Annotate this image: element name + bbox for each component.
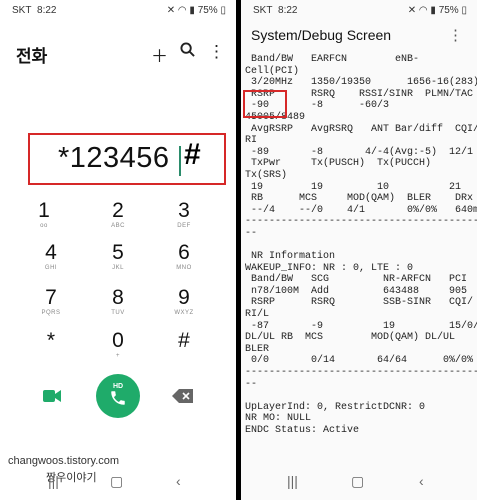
battery-icon: ▯	[220, 5, 226, 16]
status-left: SKT 8:22	[253, 5, 297, 16]
carrier-label: SKT	[12, 5, 32, 16]
dial-key-digit: 0	[112, 329, 124, 352]
dial-key-letters: +	[115, 353, 120, 359]
debug-screen: SKT 8:22 ✕ ◠ ▮ 75% ▯ System/Debug Screen…	[241, 0, 477, 500]
dial-key-1[interactable]: 1 oo	[14, 200, 74, 230]
add-icon[interactable]: ＋	[151, 42, 168, 67]
signal-icon: ▮	[189, 5, 195, 16]
video-camera-icon	[43, 390, 61, 402]
clock: 8:22	[37, 5, 57, 16]
dial-key-letters: PQRS	[41, 310, 61, 316]
dial-key-2[interactable]: 2 ABC	[88, 200, 148, 230]
dial-key-6[interactable]: 6 MNO	[154, 242, 214, 272]
backspace-icon	[172, 389, 193, 403]
battery-label: 75%	[197, 5, 218, 16]
status-left: SKT 8:22	[12, 5, 56, 16]
more-options-icon[interactable]: ⋮	[208, 42, 225, 62]
dial-key-letters: MNO	[176, 265, 192, 271]
dial-key-digit: *	[46, 329, 56, 352]
call-button[interactable]: HD	[96, 374, 140, 418]
status-right: ✕ ◠ ▮ 75% ▯	[408, 5, 467, 16]
dial-key-0[interactable]: 0 +	[88, 330, 148, 360]
clock: 8:22	[278, 5, 298, 16]
backspace-button[interactable]	[172, 389, 194, 403]
voicemail-icon: oo	[40, 223, 48, 229]
dial-key-7[interactable]: 7 PQRS	[21, 287, 81, 317]
dial-key-digit: 1	[38, 199, 50, 222]
dial-key-digit: 3	[178, 199, 190, 222]
wifi-icon: ◠	[418, 5, 428, 16]
home-icon[interactable]: ▢	[110, 473, 123, 490]
search-icon[interactable]	[180, 42, 195, 62]
dial-key-digit: #	[178, 329, 190, 352]
entered-hash: #	[184, 138, 201, 171]
status-right: ✕ ◠ ▮ 75% ▯	[167, 5, 226, 16]
mute-icon: ✕	[166, 5, 176, 16]
dial-key-digit: 2	[112, 199, 124, 222]
dial-key-letters: TUV	[111, 310, 125, 316]
dial-key-digit: 4	[45, 241, 57, 264]
entered-number: *123456	[58, 142, 170, 174]
number-entry-field[interactable]: *123456 #	[28, 133, 226, 185]
watermark: changwoos.tistory.com	[8, 455, 120, 467]
phone-icon	[111, 391, 125, 405]
nav-bar: ||| ▢ ‹	[241, 470, 477, 498]
dial-key-digit: 5	[112, 241, 124, 264]
video-call-button[interactable]	[42, 387, 62, 405]
dial-key-digit: 9	[178, 286, 190, 309]
dial-key-4[interactable]: 4 GHI	[21, 242, 81, 272]
dial-key-star[interactable]: *	[21, 330, 81, 352]
status-bar: SKT 8:22 ✕ ◠ ▮ 75% ▯	[0, 0, 236, 22]
dial-key-letters: DEF	[177, 223, 191, 229]
dial-key-digit: 7	[45, 286, 57, 309]
dial-key-letters: WXYZ	[174, 310, 194, 316]
dial-key-5[interactable]: 5 JKL	[88, 242, 148, 272]
nav-bar: ||| ▢ ‹	[0, 470, 236, 498]
text-cursor	[179, 146, 181, 176]
dial-key-letters: ABC	[111, 223, 125, 229]
dial-key-letters: GHI	[44, 265, 58, 271]
page-title: 전화	[16, 47, 48, 66]
dial-key-digit: 6	[178, 241, 190, 264]
recent-apps-icon[interactable]: |||	[287, 473, 298, 489]
status-bar: SKT 8:22 ✕ ◠ ▮ 75% ▯	[241, 0, 477, 22]
back-icon[interactable]: ‹	[419, 473, 424, 489]
rsrp-highlight	[243, 90, 287, 118]
page-title: System/Debug Screen	[251, 27, 392, 43]
dial-key-9[interactable]: 9 WXYZ	[154, 287, 214, 317]
dial-key-hash[interactable]: #	[154, 330, 214, 352]
dial-key-8[interactable]: 8 TUV	[88, 287, 148, 317]
recent-apps-icon[interactable]: |||	[48, 473, 59, 489]
battery-icon: ▯	[461, 5, 467, 16]
more-options-icon[interactable]: ⋮	[448, 26, 463, 44]
mute-icon: ✕	[407, 5, 417, 16]
dial-key-digit: 8	[112, 286, 124, 309]
battery-label: 75%	[438, 5, 459, 16]
dial-key-letters: JKL	[112, 265, 124, 271]
carrier-label: SKT	[253, 5, 273, 16]
home-icon[interactable]: ▢	[351, 473, 364, 490]
dial-key-3[interactable]: 3 DEF	[154, 200, 214, 230]
wifi-icon: ◠	[177, 5, 187, 16]
back-icon[interactable]: ‹	[176, 473, 181, 489]
dialer-screen: SKT 8:22 ✕ ◠ ▮ 75% ▯ 전화 ＋ ⋮ *123456 # 1 …	[0, 0, 236, 500]
signal-icon: ▮	[430, 5, 436, 16]
